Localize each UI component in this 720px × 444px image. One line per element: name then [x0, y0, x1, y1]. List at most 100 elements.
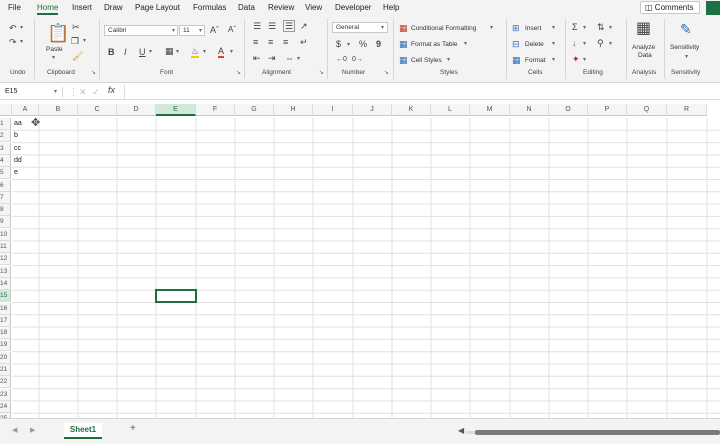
column-header-e[interactable]: E	[156, 104, 196, 116]
autosum-icon[interactable]: Σ	[572, 22, 578, 32]
font-name-select[interactable]: Calibri	[104, 25, 178, 36]
format-dropdown-icon[interactable]: ▾	[552, 56, 555, 63]
number-format-select[interactable]: General	[332, 22, 388, 33]
row-header-2[interactable]: 2	[0, 130, 11, 143]
row-header-20[interactable]: 20	[0, 351, 11, 364]
row-header-5[interactable]: 5	[0, 167, 11, 180]
format-painter-icon[interactable]: 🖌	[72, 51, 83, 61]
row-header-4[interactable]: 4	[0, 154, 11, 167]
redo-dropdown-icon[interactable]: ▾	[20, 38, 23, 45]
add-sheet-button[interactable]: +	[130, 423, 136, 434]
format-as-table-icon[interactable]: ▦	[399, 39, 408, 49]
column-header-a[interactable]: A	[12, 104, 39, 116]
column-header-d[interactable]: D	[117, 104, 156, 116]
comments-button[interactable]: ◫ Comments	[640, 1, 700, 14]
insert-cells-button[interactable]: Insert	[525, 24, 541, 33]
worksheet-grid[interactable]: ABCDEFGHIJKLMNOPQR 1 2 3 4 5 6 7 8 9 10 11 12 13 14 15…	[0, 104, 720, 426]
horizontal-scrollbar-thumb[interactable]	[475, 430, 720, 435]
column-header-m[interactable]: M	[470, 104, 510, 116]
menu-draw[interactable]: Draw	[104, 3, 123, 12]
orientation-icon[interactable]: ↗	[300, 21, 308, 31]
borders-icon[interactable]: ▦	[165, 46, 174, 56]
accounting-dropdown-icon[interactable]: ▾	[347, 41, 350, 48]
clipboard-launcher-icon[interactable]: ↘	[91, 69, 96, 76]
underline-dropdown-icon[interactable]: ▾	[149, 48, 152, 55]
row-header-11[interactable]: 11	[0, 241, 11, 253]
cell-a4[interactable]: dd	[12, 155, 22, 167]
format-cells-icon[interactable]: ▦	[512, 55, 521, 65]
row-header-3[interactable]: 3	[0, 142, 11, 155]
cell-styles-icon[interactable]: ▦	[399, 55, 408, 65]
sensitivity-icon[interactable]: ✎	[680, 21, 692, 37]
undo-icon[interactable]: ↶	[9, 23, 17, 33]
increase-indent-icon[interactable]: ⇥	[268, 53, 276, 63]
menu-file[interactable]: File	[8, 3, 21, 12]
align-middle-icon[interactable]: ☰	[268, 21, 276, 31]
row-header-15[interactable]: 15	[0, 290, 11, 303]
paste-dropdown-icon[interactable]: ▾	[52, 54, 55, 61]
row-header-1[interactable]: 1	[0, 118, 11, 130]
column-header-i[interactable]: I	[313, 104, 353, 116]
column-header-q[interactable]: Q	[627, 104, 667, 116]
align-top-icon[interactable]: ☰	[253, 21, 261, 31]
column-header-o[interactable]: O	[549, 104, 588, 116]
wrap-text-icon[interactable]: ↵	[300, 37, 308, 47]
row-header-13[interactable]: 13	[0, 265, 11, 278]
analyze-data-label-2[interactable]: Data	[638, 51, 652, 60]
cell-a3[interactable]: cc	[12, 143, 21, 155]
row-header-9[interactable]: 9	[0, 216, 11, 229]
increase-decimal-icon[interactable]: ←0	[336, 55, 347, 65]
row-header-17[interactable]: 17	[0, 314, 11, 327]
cell-a1[interactable]: aa	[12, 118, 22, 130]
row-header-12[interactable]: 12	[0, 253, 11, 266]
format-cells-button[interactable]: Format	[525, 56, 546, 65]
menu-page-layout[interactable]: Page Layout	[135, 3, 180, 12]
sort-filter-icon[interactable]: ⇅	[597, 22, 605, 32]
underline-button[interactable]: U	[139, 47, 146, 57]
delete-dropdown-icon[interactable]: ▾	[552, 40, 555, 47]
column-header-h[interactable]: H	[274, 104, 313, 116]
font-launcher-icon[interactable]: ↘	[236, 69, 241, 76]
analyze-data-icon[interactable]: ▦	[636, 21, 651, 37]
conditional-formatting-dropdown-icon[interactable]: ▾	[490, 24, 493, 31]
decrease-decimal-icon[interactable]: 0→	[352, 55, 363, 65]
row-header-10[interactable]: 10	[0, 228, 11, 241]
autosum-dropdown-icon[interactable]: ▾	[583, 24, 586, 31]
align-right-icon[interactable]: ≡	[283, 37, 288, 47]
borders-dropdown-icon[interactable]: ▾	[176, 48, 179, 55]
paste-label[interactable]: Paste	[46, 45, 63, 54]
cell-styles-dropdown-icon[interactable]: ▾	[447, 56, 450, 63]
align-center-icon[interactable]: ≡	[268, 37, 273, 47]
font-name-dropdown-icon[interactable]: ▾	[172, 27, 175, 34]
paste-icon[interactable]: 📋	[47, 24, 69, 42]
align-left-icon[interactable]: ≡	[253, 37, 258, 47]
row-header-7[interactable]: 7	[0, 191, 11, 204]
cell-styles-button[interactable]: Cell Styles	[411, 56, 442, 65]
decrease-font-icon[interactable]: Aˇ	[228, 25, 236, 35]
column-header-j[interactable]: J	[353, 104, 392, 116]
menu-data[interactable]: Data	[238, 3, 255, 12]
insert-cells-icon[interactable]: ⊞	[512, 23, 520, 33]
percent-style-button[interactable]: %	[359, 39, 367, 49]
menu-formulas[interactable]: Formulas	[193, 3, 226, 12]
row-header-23[interactable]: 23	[0, 388, 11, 401]
fill-icon[interactable]: ↓	[572, 38, 577, 48]
sort-filter-dropdown-icon[interactable]: ▾	[609, 24, 612, 31]
font-color-dropdown-icon[interactable]: ▾	[230, 48, 233, 55]
select-all-corner[interactable]	[0, 104, 12, 116]
row-header-19[interactable]: 19	[0, 339, 11, 352]
conditional-formatting-button[interactable]: Conditional Formatting	[411, 24, 476, 33]
find-select-icon[interactable]: ⚲	[597, 38, 604, 48]
conditional-formatting-icon[interactable]: ▦	[399, 23, 408, 33]
column-header-b[interactable]: B	[39, 104, 78, 116]
column-header-n[interactable]: N	[510, 104, 549, 116]
menu-insert[interactable]: Insert	[72, 3, 92, 12]
prev-sheet-icon[interactable]: ◀	[12, 426, 17, 434]
delete-cells-icon[interactable]: ⊟	[512, 39, 520, 49]
redo-icon[interactable]: ↷	[9, 37, 17, 47]
column-header-k[interactable]: K	[392, 104, 431, 116]
italic-button[interactable]: I	[124, 47, 127, 57]
row-header-14[interactable]: 14	[0, 277, 11, 290]
number-format-dropdown-icon[interactable]: ▾	[381, 24, 384, 31]
row-header-6[interactable]: 6	[0, 179, 11, 192]
